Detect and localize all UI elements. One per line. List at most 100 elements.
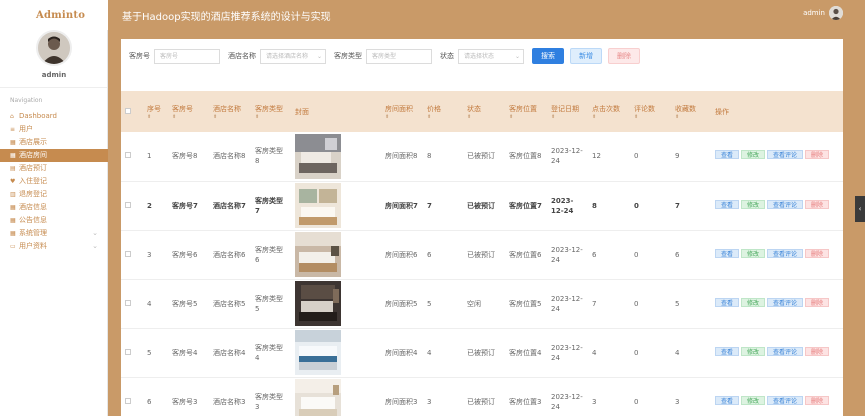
sidebar-item-label: 入住登记: [19, 177, 47, 185]
room-cover-image[interactable]: [295, 330, 341, 375]
row-checkbox[interactable]: [125, 397, 131, 404]
column-header[interactable]: 序号 ⬍: [143, 91, 168, 132]
sort-icon[interactable]: ⬍: [172, 114, 205, 120]
room-location: 客房位置4: [505, 328, 547, 378]
grid-icon: ▦: [10, 217, 16, 224]
row-checkbox[interactable]: [125, 348, 131, 355]
sort-icon[interactable]: ⬍: [592, 114, 626, 120]
sidebar-item-4[interactable]: ▤ 酒店预订: [0, 162, 108, 175]
sort-icon[interactable]: ⬍: [551, 114, 584, 120]
sidebar-item-9[interactable]: ▦ 系统管理 ⌄: [0, 227, 108, 240]
sort-icon[interactable]: ⬍: [675, 114, 707, 120]
view-button[interactable]: 查看: [715, 297, 740, 307]
column-header[interactable]: 登记日期 ⬍: [547, 91, 588, 132]
column-header[interactable]: 收藏数 ⬍: [671, 91, 711, 132]
sort-icon[interactable]: ⬍: [385, 114, 419, 120]
view-comments-button[interactable]: 查看评论: [767, 395, 804, 405]
delete-button[interactable]: 删除: [805, 395, 830, 405]
table-row: 2 客房号7 酒店名称7 客房类型7 房间面积7 7 已被预订 客房位置7 2023-12-24…: [121, 181, 843, 231]
sidebar-item-0[interactable]: ⌂ Dashboard: [0, 110, 108, 123]
sort-icon[interactable]: ⬍: [467, 114, 501, 120]
column-header[interactable]: 客房号 ⬍: [168, 91, 209, 132]
sort-icon[interactable]: ⬍: [213, 114, 247, 120]
sidebar-item-6[interactable]: ▥ 退房登记: [0, 188, 108, 201]
column-header[interactable]: 评论数 ⬍: [630, 91, 671, 132]
row-checkbox[interactable]: [125, 299, 131, 306]
room-cover-image[interactable]: [295, 183, 341, 228]
sort-icon[interactable]: ⬍: [427, 114, 459, 120]
delete-button[interactable]: 删除: [805, 346, 830, 356]
row-index: 2: [143, 181, 168, 231]
edit-button[interactable]: 修改: [741, 248, 766, 258]
column-header[interactable]: 点击次数 ⬍: [588, 91, 630, 132]
view-comments-button[interactable]: 查看评论: [767, 199, 804, 209]
column-header[interactable]: 价格 ⬍: [423, 91, 463, 132]
delete-button[interactable]: 删除: [805, 248, 830, 258]
room-cover-image[interactable]: [295, 379, 341, 416]
column-header[interactable]: 客房位置 ⬍: [505, 91, 547, 132]
column-header[interactable]: 状态 ⬍: [463, 91, 505, 132]
row-select-cell: [121, 132, 143, 182]
table-row: 4 客房号5 酒店名称5 客房类型5 房间面积5 5 空闲 客房位置5 2023-12-24 7 0…: [121, 279, 843, 329]
view-button[interactable]: 查看: [715, 150, 740, 160]
select-all-checkbox[interactable]: [125, 107, 131, 114]
room-type: 客房类型6: [251, 230, 291, 280]
room-cover-image[interactable]: [295, 281, 341, 326]
hotel-name-select[interactable]: 请选择酒店名称 ⌄: [260, 48, 326, 64]
column-header[interactable]: 客房类型 ⬍: [251, 91, 291, 132]
column-header[interactable]: 房间面积 ⬍: [381, 91, 423, 132]
delete-button[interactable]: 删除: [805, 199, 830, 209]
view-button[interactable]: 查看: [715, 395, 740, 405]
sidebar-item-5[interactable]: ♥ 入住登记: [0, 175, 108, 188]
edit-button[interactable]: 修改: [741, 297, 766, 307]
delete-button[interactable]: 删除: [805, 297, 830, 307]
grid-icon: ▦: [10, 204, 16, 211]
sidebar-item-10[interactable]: ▭ 用户资料 ⌄: [0, 240, 108, 253]
room-cover-image[interactable]: [295, 232, 341, 277]
edit-button[interactable]: 修改: [741, 346, 766, 356]
view-button[interactable]: 查看: [715, 199, 740, 209]
edit-button[interactable]: 修改: [741, 150, 766, 160]
edit-button[interactable]: 修改: [741, 395, 766, 405]
app-logo[interactable]: Adminto: [36, 10, 85, 21]
sidebar-avatar[interactable]: [36, 30, 72, 66]
view-button[interactable]: 查看: [715, 346, 740, 356]
sidebar-item-7[interactable]: ▦ 酒店信息: [0, 201, 108, 214]
sidebar-item-1[interactable]: ≡ 用户: [0, 123, 108, 136]
sidebar-item-3[interactable]: ▦ 酒店房间: [0, 149, 108, 162]
row-checkbox[interactable]: [125, 250, 131, 257]
collapse-arrow-icon[interactable]: ‹: [855, 196, 865, 222]
room-cover-image[interactable]: [295, 133, 341, 179]
row-checkbox[interactable]: [125, 152, 131, 159]
room-location: 客房位置5: [505, 279, 547, 329]
sidebar-item-2[interactable]: ▦ 酒店展示: [0, 136, 108, 149]
register-date: 2023-12-24: [547, 279, 588, 329]
delete-button[interactable]: 删除: [805, 150, 830, 160]
admin-username[interactable]: admin: [803, 9, 825, 17]
click-count: 6: [588, 230, 630, 280]
edit-button[interactable]: 修改: [741, 199, 766, 209]
sort-icon[interactable]: ⬍: [255, 114, 287, 120]
sort-icon[interactable]: ⬍: [509, 114, 543, 120]
room-area: 房间面积7: [381, 181, 423, 231]
row-checkbox[interactable]: [125, 201, 131, 208]
view-button[interactable]: 查看: [715, 248, 740, 258]
user-avatar[interactable]: [829, 6, 843, 20]
view-comments-button[interactable]: 查看评论: [767, 248, 804, 258]
sidebar-item-8[interactable]: ▦ 公告信息: [0, 214, 108, 227]
select-all-header: [121, 91, 143, 132]
status-select[interactable]: 请选择状态 ⌄: [458, 48, 524, 64]
comment-count: 0: [630, 230, 671, 280]
rooms-table: 序号 ⬍ 客房号 ⬍ 酒店名称 ⬍ 客房类型 ⬍ 封面 房间面积 ⬍ 价格 ⬍ 状态 ⬍ 客房位置 ⬍ 登记日期 ⬍…: [121, 91, 843, 416]
sort-icon[interactable]: ⬍: [147, 114, 164, 120]
view-comments-button[interactable]: 查看评论: [767, 346, 804, 356]
room-number-input[interactable]: 客房号: [154, 48, 220, 64]
view-comments-button[interactable]: 查看评论: [767, 297, 804, 307]
add-button[interactable]: 新增: [570, 48, 602, 64]
view-comments-button[interactable]: 查看评论: [767, 150, 804, 160]
batch-delete-button[interactable]: 删除: [608, 48, 640, 64]
search-button[interactable]: 搜索: [532, 48, 564, 64]
column-header[interactable]: 酒店名称 ⬍: [209, 91, 251, 132]
sort-icon[interactable]: ⬍: [634, 114, 667, 120]
room-type-input[interactable]: 客房类型: [366, 48, 432, 64]
